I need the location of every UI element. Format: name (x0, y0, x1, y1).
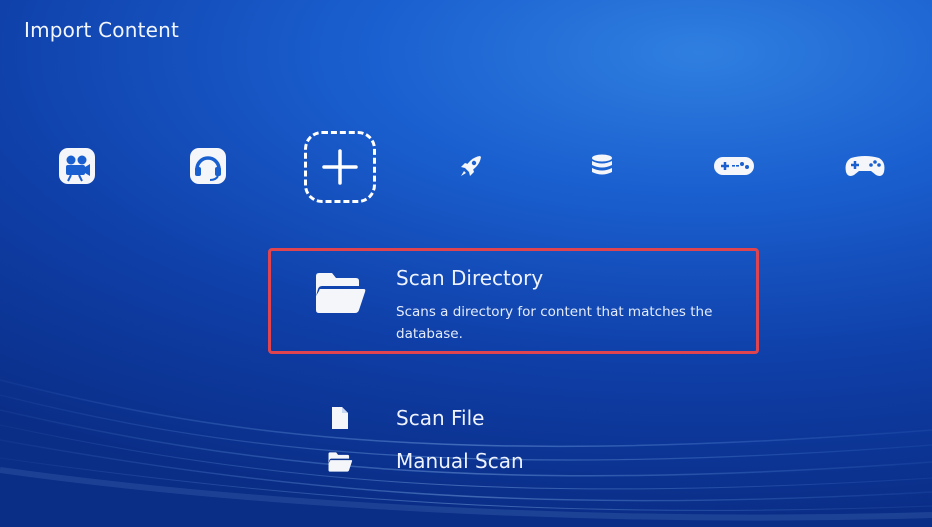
folder-open-icon (328, 452, 353, 472)
tab-playlist-1[interactable] (696, 128, 772, 204)
page-title: Import Content (24, 18, 180, 42)
tab-import-content[interactable] (304, 131, 376, 203)
add-icon (322, 149, 358, 185)
gamepad-icon (714, 157, 754, 175)
tab-video[interactable] (39, 128, 115, 204)
tab-bar (0, 128, 932, 206)
tab-playlist-2[interactable] (827, 128, 903, 204)
folder-open-icon (316, 273, 366, 313)
menu-item-label: Scan Directory (396, 266, 544, 290)
menu-item-label: Manual Scan (396, 449, 524, 473)
menu-item-scan-file[interactable]: Scan File (320, 400, 740, 436)
menu-item-label: Scan File (396, 406, 485, 430)
file-icon (332, 407, 348, 429)
menu-item-manual-scan[interactable]: Manual Scan (320, 443, 740, 479)
headset-icon (190, 148, 226, 184)
video-camera-icon (59, 148, 95, 184)
tab-music[interactable] (170, 128, 246, 204)
database-icon (592, 154, 612, 175)
tab-explore[interactable] (433, 128, 509, 204)
menu-item-sublabel: Scans a directory for content that match… (396, 304, 713, 342)
sega-gamepad-icon (845, 156, 885, 176)
rocket-icon (461, 156, 481, 176)
tab-database[interactable] (564, 128, 640, 204)
